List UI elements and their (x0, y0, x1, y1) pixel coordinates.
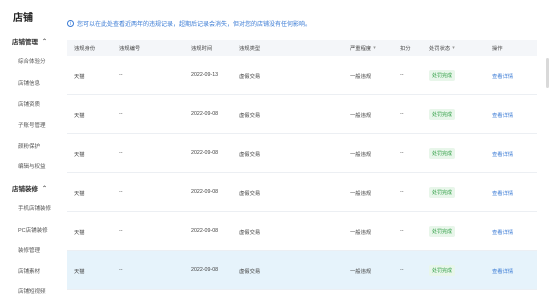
sidebar-item-protection[interactable]: 颜粉保护 (18, 142, 40, 150)
cell-number: -- (119, 111, 123, 117)
table-row: 天猫 -- 2022-09-08 虚假交易 一般违规 -- 处罚完成 查看详情 (67, 212, 537, 251)
cell-identity: 天猫 (74, 152, 85, 158)
cell-identity: 天猫 (74, 230, 85, 236)
notice-banner: i 您可以在此处查看近两年的违规记录，超期后记录会消失，但对您的店铺没有任何影响… (67, 19, 311, 28)
sidebar-title: 店铺 (13, 13, 33, 24)
notice-text: 您可以在此处查看近两年的违规记录，超期后记录会消失，但对您的店铺没有任何影响。 (77, 22, 312, 28)
view-details-link[interactable]: 查看详情 (492, 111, 513, 119)
column-header-type: 违规类型 (239, 46, 261, 52)
cell-severity: 一般违规 (350, 191, 372, 197)
cell-score: -- (400, 150, 404, 156)
column-header-severity[interactable]: 严重程度 ▾ (350, 44, 376, 52)
cell-type: 虚假交易 (239, 113, 261, 119)
info-icon: i (67, 20, 74, 27)
chevron-up-icon: ⌃ (42, 185, 48, 192)
filter-icon[interactable]: ▾ (452, 45, 455, 51)
cell-type: 虚假交易 (239, 152, 261, 158)
sidebar: 店铺 店铺管理 ⌃ 综合体验分 店铺信息 店铺资质 子账号管理 颜粉保护 编辑与… (0, 0, 60, 297)
column-header-time: 违规时间 (191, 46, 213, 52)
view-details-link[interactable]: 查看详情 (492, 267, 513, 275)
status-badge: 处罚完成 (429, 187, 456, 198)
cell-time: 2022-09-13 (191, 72, 219, 78)
column-header-number: 违规编号 (119, 46, 141, 52)
sidebar-item-shop-info[interactable]: 店铺信息 (18, 79, 40, 87)
view-details-link[interactable]: 查看详情 (492, 72, 513, 80)
table-header: 违规身份 违规编号 违规时间 违规类型 严重程度 ▾ 扣分 处罚状态 ▾ 操作 (67, 40, 537, 56)
cell-time: 2022-09-08 (191, 111, 219, 117)
column-header-label: 处罚状态 (429, 46, 451, 52)
table-row: 天猫 -- 2022-09-08 虚假交易 一般违规 -- 处罚完成 查看详情 (67, 134, 537, 173)
cell-identity: 天猫 (74, 191, 85, 197)
cell-severity: 一般违规 (350, 152, 372, 158)
cell-score: -- (400, 189, 404, 195)
sidebar-item-sub-account[interactable]: 子账号管理 (18, 121, 46, 129)
cell-severity: 一般违规 (350, 113, 372, 119)
cell-score: -- (400, 72, 404, 78)
column-header-score: 扣分 (400, 46, 411, 52)
sidebar-item-shop-qualification[interactable]: 店铺资质 (18, 100, 40, 108)
view-details-link[interactable]: 查看详情 (492, 189, 513, 197)
cell-time: 2022-09-08 (191, 267, 219, 273)
group-label: 店铺管理 (12, 39, 38, 46)
cell-severity: 一般违规 (350, 230, 372, 236)
column-header-identity: 违规身份 (74, 46, 96, 52)
table-row: 天猫 -- 2022-09-08 虚假交易 一般违规 -- 处罚完成 查看详情 (67, 173, 537, 212)
column-header-status[interactable]: 处罚状态 ▾ (429, 44, 455, 52)
cell-time: 2022-09-08 (191, 150, 219, 156)
filter-icon[interactable]: ▾ (373, 45, 376, 51)
cell-type: 虚假交易 (239, 74, 261, 80)
cell-number: -- (119, 150, 123, 156)
cell-identity: 天猫 (74, 113, 85, 119)
column-header-action: 操作 (492, 46, 503, 52)
status-badge: 处罚完成 (429, 70, 456, 81)
status-badge: 处罚完成 (429, 109, 456, 120)
sidebar-item-experience-score[interactable]: 综合体验分 (18, 57, 46, 65)
cell-number: -- (119, 228, 123, 234)
cell-identity: 天猫 (74, 269, 85, 275)
table-row-hovered: 天猫 -- 2022-09-08 虚假交易 一般违规 -- 处罚完成 查看详情 (67, 251, 537, 290)
view-details-link[interactable]: 查看详情 (492, 228, 513, 236)
table-row: 天猫 -- 2022-09-08 虚假交易 一般违规 -- 处罚完成 查看详情 (67, 95, 537, 134)
status-badge: 处罚完成 (429, 265, 456, 276)
cell-severity: 一般违规 (350, 269, 372, 275)
cell-score: -- (400, 267, 404, 273)
group-label: 店铺装修 (12, 186, 38, 193)
sidebar-item-mobile-decoration[interactable]: 手机店铺装修 (18, 204, 51, 212)
table-row: 天猫 -- 2022-09-13 虚假交易 一般违规 -- 处罚完成 查看详情 (67, 56, 537, 95)
cell-number: -- (119, 72, 123, 78)
status-badge: 处罚完成 (429, 226, 456, 237)
chevron-up-icon: ⌃ (42, 38, 48, 45)
sidebar-group-shop-management[interactable]: 店铺管理 ⌃ (12, 36, 48, 47)
cell-score: -- (400, 228, 404, 234)
cell-number: -- (119, 189, 123, 195)
cell-identity: 天猫 (74, 74, 85, 80)
sidebar-item-decoration-management[interactable]: 装修管理 (18, 246, 40, 254)
column-header-label: 严重程度 (350, 46, 372, 52)
sidebar-item-rights[interactable]: 编辑与权益 (18, 162, 46, 170)
cell-score: -- (400, 111, 404, 117)
cell-time: 2022-09-08 (191, 228, 219, 234)
sidebar-item-pc-decoration[interactable]: PC店铺装修 (18, 226, 48, 234)
main-content: i 您可以在此处查看近两年的违规记录，超期后记录会消失，但对您的店铺没有任何影响… (60, 0, 550, 297)
cell-number: -- (119, 267, 123, 273)
sidebar-item-shop-videos[interactable]: 店铺短视频 (18, 287, 46, 295)
sidebar-item-shop-materials[interactable]: 店铺素材 (18, 267, 40, 275)
vertical-scrollbar[interactable] (546, 58, 549, 88)
sidebar-group-shop-decoration[interactable]: 店铺装修 ⌃ (12, 183, 48, 194)
cell-severity: 一般违规 (350, 74, 372, 80)
status-badge: 处罚完成 (429, 148, 456, 159)
cell-type: 虚假交易 (239, 230, 261, 236)
cell-type: 虚假交易 (239, 191, 261, 197)
view-details-link[interactable]: 查看详情 (492, 150, 513, 158)
cell-type: 虚假交易 (239, 269, 261, 275)
cell-time: 2022-09-08 (191, 189, 219, 195)
